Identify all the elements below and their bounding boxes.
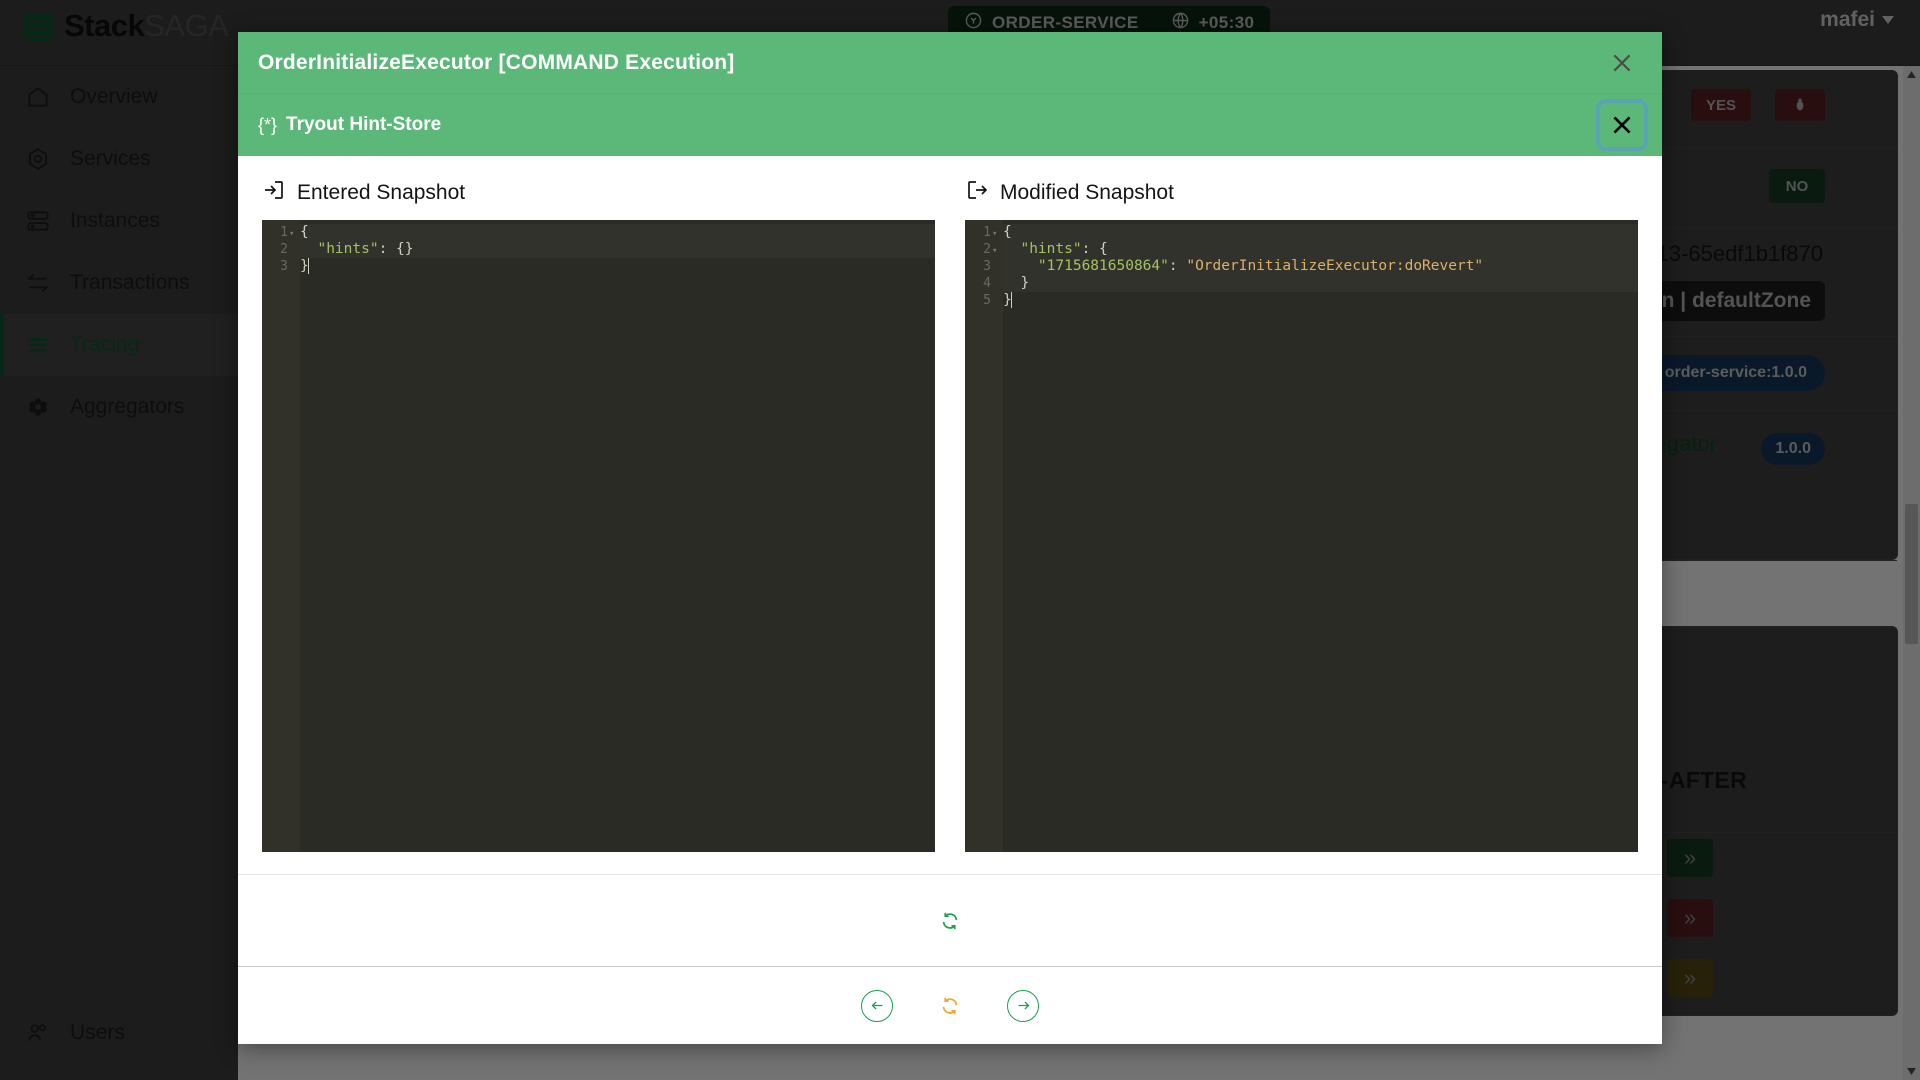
line-number: 4 [983,276,991,291]
code-line: 1 ▾{ [280,224,935,241]
fold-toggle-icon[interactable]: ▾ [992,243,1001,260]
code-line: 5}​ [983,292,1638,309]
dialog-title: OrderInitializeExecutor [COMMAND Executi… [258,50,735,74]
code-token: "OrderInitializeExecutor:doRevert" [1186,258,1484,274]
reload-button[interactable] [939,995,961,1017]
line-number: 1 [280,225,288,240]
fold-toggle-icon[interactable]: ▾ [992,226,1001,243]
code-line: 2 ▾ "hints": { [983,241,1638,258]
close-icon [1613,54,1631,71]
close-tryout-button[interactable] [1596,99,1648,151]
code-token: : {} [378,241,414,257]
pane-title-label: Entered Snapshot [297,181,466,204]
next-button[interactable] [1007,989,1039,1022]
dialog-middle-bar [238,874,1662,966]
dialog-body: Entered Snapshot 1▾{2 "hints": {}3}​ Mod… [238,156,1662,852]
refresh-icon [942,912,958,929]
code-token: : [1168,258,1187,274]
tryout-hint-store-dialog: OrderInitializeExecutor [COMMAND Executi… [238,32,1662,1044]
modified-snapshot-title: Modified Snapshot [965,178,1638,208]
entered-snapshot-title: Entered Snapshot [262,178,935,208]
arrow-left-icon [871,1001,882,1010]
code-token: } [1003,275,1030,291]
editor-gutter [965,220,1003,852]
editor-code[interactable]: 1▾{2 "hints": {}3}​ [280,220,935,852]
code-line: 3}​ [280,258,935,275]
editor-gutter [262,220,300,852]
dialog-header: OrderInitializeExecutor [COMMAND Executi… [238,32,1662,94]
line-number: 3 [983,259,991,274]
dialog-footer [238,966,1662,1044]
braces-icon: {*} [258,114,278,135]
fold-toggle-icon[interactable]: ▾ [289,226,298,243]
modified-snapshot-pane: Modified Snapshot 1 ▾{2 ▾ "hints": {3 "171… [965,178,1638,852]
line-number: 2 [983,242,991,257]
previous-button[interactable] [861,989,893,1022]
pane-title-label: Modified Snapshot [1000,181,1174,204]
arrow-into-box-icon [262,178,286,208]
arrow-out-of-box-icon [965,178,989,208]
refresh-icon [942,997,958,1014]
close-dialog-button[interactable] [1600,41,1644,85]
line-number: 3 [280,259,288,274]
line-number: 2 [280,242,288,257]
entered-snapshot-pane: Entered Snapshot 1▾{2 "hints": {}3}​ [262,178,935,852]
dialog-subtitle: Tryout Hint-Store [286,114,442,135]
line-number: 1 [983,225,991,240]
code-token: : { [1081,241,1108,257]
code-token: "hints" [317,241,379,257]
refresh-snapshot-button[interactable] [939,910,961,932]
close-icon [1613,116,1631,134]
code-line: 2 "hints": {} [280,241,935,258]
modified-snapshot-editor[interactable]: 1 ▾{2 ▾ "hints": {3 "1715681650864": "Orde… [965,220,1638,852]
text-caret: ​ [1010,292,1012,308]
code-token: "hints" [1020,241,1082,257]
line-number: 5 [983,293,991,308]
editor-code[interactable]: 1 ▾{2 ▾ "hints": {3 "1715681650864": "Orde… [983,220,1638,852]
code-token: { [300,224,309,240]
arrow-right-icon [1018,1001,1029,1010]
code-line: 1 ▾{ [983,224,1638,241]
entered-snapshot-editor[interactable]: 1▾{2 "hints": {}3}​ [262,220,935,852]
code-token: "1715681650864" [1037,258,1169,274]
dialog-subheader: {*} Tryout Hint-Store [238,94,1662,156]
code-line: 3 "1715681650864": "OrderInitializeExecu… [983,258,1638,275]
code-line: 4 } [983,275,1638,292]
code-token: { [1003,224,1012,240]
text-caret: ​ [307,258,309,274]
